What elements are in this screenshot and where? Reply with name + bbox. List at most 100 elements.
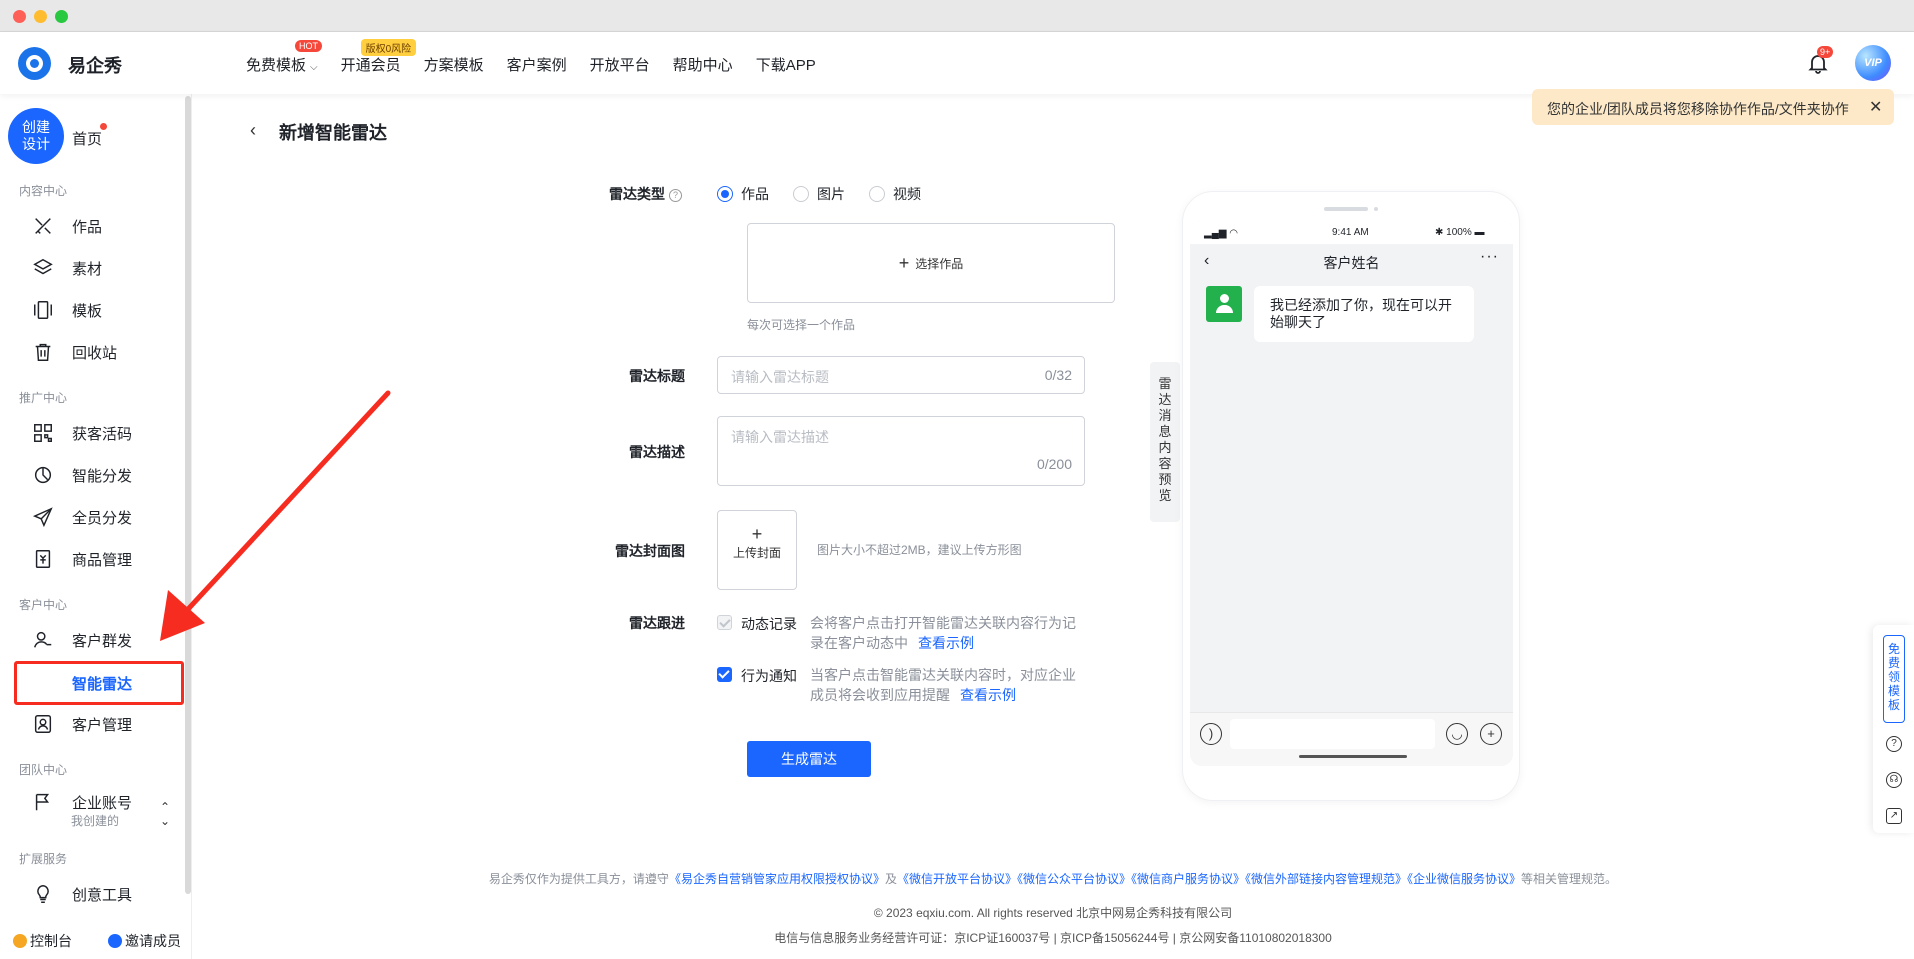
close-icon[interactable]: ✕ [1869, 97, 1882, 117]
radar-title-input[interactable]: 请输入雷达标题 0/32 [717, 356, 1085, 394]
expand-toggle-icon[interactable]: ⌃ ⌄ [160, 800, 170, 828]
agreement-link[interactable]: 《微信开放平台协议》 [897, 872, 1017, 886]
home-indicator [1299, 755, 1407, 758]
agreement-link[interactable]: 《微信外部链接内容管理规范》 [1245, 872, 1407, 886]
behavior-notify-label[interactable]: 行为通知 [741, 666, 797, 686]
section-promotion-center: 推广中心 [19, 391, 68, 405]
console-button[interactable]: 控制台 [13, 931, 72, 951]
activity-record-checkbox [717, 615, 732, 630]
add-icon: + [1480, 723, 1502, 745]
radio-type-video[interactable]: 视频 [869, 184, 921, 204]
sidebar-item-customer-broadcast[interactable]: 客户群发 [32, 627, 132, 653]
nav-help-center[interactable]: 帮助中心 [673, 54, 733, 75]
close-window-button[interactable] [13, 10, 26, 23]
layers-icon [33, 258, 53, 275]
nav-open-platform[interactable]: 开放平台 [590, 54, 650, 75]
signal-icon: ▂▄▆ ◠ [1204, 228, 1238, 239]
help-icon[interactable]: ? [669, 188, 682, 202]
view-example-link[interactable]: 查看示例 [960, 687, 1016, 703]
create-design-button[interactable]: 创建 设计 [8, 108, 64, 164]
notice-text: 您的企业/团队成员将您移除协作作品/文件夹协作 [1547, 101, 1849, 117]
section-team-center: 团队中心 [19, 763, 68, 777]
agreement-link[interactable]: 《易企秀自营销管家应用权限授权协议》 [669, 872, 885, 886]
sidebar-item-smart-distribution[interactable]: 智能分发 [32, 462, 132, 488]
phone-speaker [1324, 207, 1368, 211]
preview-side-tab[interactable]: 雷达消息内容预览 [1150, 362, 1180, 522]
choose-work-button[interactable]: + 选择作品 [747, 223, 1115, 303]
phone-camera [1374, 207, 1378, 211]
sidebar-item-templates[interactable]: 模板 [32, 297, 102, 323]
radio-type-image[interactable]: 图片 [793, 184, 845, 204]
section-content-center: 内容中心 [19, 184, 68, 198]
status-time: 9:41 AM [1332, 227, 1369, 238]
sidebar-scrollbar[interactable] [185, 96, 191, 894]
sidebar-item-creative-tools[interactable]: 创意工具 [32, 881, 132, 907]
maximize-window-button[interactable] [55, 10, 68, 23]
sidebar-bottom-bar: 控制台 邀请成员 [0, 920, 192, 959]
upload-cover-button[interactable]: + 上传封面 [717, 510, 797, 590]
product-icon [35, 550, 51, 568]
radar-cover-label: 雷达封面图 [615, 543, 685, 559]
sidebar-item-recycle-bin[interactable]: 回收站 [32, 339, 117, 365]
account-subtitle: 我创建的 [71, 814, 120, 828]
sidebar-item-works[interactable]: 作品 [32, 213, 102, 239]
sidebar-item-customer-management[interactable]: 客户管理 [32, 711, 132, 737]
view-example-link[interactable]: 查看示例 [918, 635, 974, 651]
plus-icon: + [751, 524, 763, 544]
brand-logo-icon[interactable] [18, 47, 51, 80]
sidebar-item-staff-distribution[interactable]: 全员分发 [32, 504, 132, 530]
nav-free-templates[interactable]: 免费模板 ⌵ HOT [246, 40, 322, 75]
help-icon[interactable]: ? [1886, 736, 1902, 752]
sidebar-item-product-management[interactable]: 商品管理 [32, 546, 132, 572]
notification-count-badge: 9+ [1817, 46, 1834, 58]
chat-user-avatar-icon [1206, 286, 1242, 322]
agreement-link[interactable]: 《企业微信服务协议》 [1407, 872, 1521, 886]
choose-work-hint: 每次可选择一个作品 [747, 318, 856, 332]
chat-title: 客户姓名 [1323, 255, 1380, 271]
copyright-badge: 版权0风险 [360, 39, 417, 56]
battery-icon: ✱ 100% ▬ [1435, 227, 1485, 238]
sidebar-item-lead-qrcode[interactable]: 获客活码 [32, 420, 132, 446]
phone-status-bar: ▂▄▆ ◠ 9:41 AM ✱ 100% ▬ [1190, 220, 1513, 244]
chat-input-bar: ) ◡ + [1190, 712, 1513, 766]
window-titlebar [0, 0, 1914, 32]
agreement-link[interactable]: 《微信商户服务协议》 [1131, 872, 1245, 886]
feedback-icon[interactable]: ↗ [1886, 808, 1902, 824]
trash-icon [35, 343, 51, 361]
sidebar-item-materials[interactable]: 素材 [32, 255, 102, 281]
lightbulb-icon [37, 885, 49, 903]
sidebar-item-home[interactable]: 首页 [72, 128, 102, 149]
nav-download-app[interactable]: 下载APP [756, 54, 816, 75]
emoji-icon: ◡ [1446, 723, 1468, 745]
nav-solution-templates[interactable]: 方案模板 [424, 54, 484, 75]
free-template-button[interactable]: 免费领模板 [1883, 635, 1905, 723]
generate-radar-button[interactable]: 生成雷达 [747, 741, 871, 777]
radar-description-textarea[interactable]: 请输入雷达描述 0/200 [717, 416, 1085, 486]
icp-license-text: 电信与信息服务业务经营许可证：京ICP证160037号 | 京ICP备15056… [774, 931, 1332, 945]
add-user-icon [108, 934, 122, 948]
behavior-notify-checkbox[interactable] [717, 667, 732, 682]
chat-header: ‹ 客户姓名 ··· [1190, 244, 1513, 280]
back-icon[interactable]: ‹ [250, 120, 256, 141]
template-icon [34, 301, 52, 319]
footer-agreements: 易企秀仅作为提供工具方，请遵守《易企秀自营销管家应用权限授权协议》及《微信开放平… [488, 872, 1618, 886]
invite-member-button[interactable]: 邀请成员 [108, 931, 181, 951]
phone-preview: ▂▄▆ ◠ 9:41 AM ✱ 100% ▬ ‹ 客户姓名 ··· 我已经添加了… [1183, 192, 1519, 800]
page-title: 新增智能雷达 [279, 123, 387, 143]
floating-tool-panel: 免费领模板 ? ☊ ↗ [1873, 625, 1914, 833]
radio-type-work[interactable]: 作品 [717, 184, 769, 204]
chat-text-input [1230, 719, 1435, 749]
agreement-link[interactable]: 《微信公众平台协议》 [1017, 872, 1131, 886]
minimize-window-button[interactable] [34, 10, 47, 23]
chevron-down-icon: ⌵ [310, 62, 318, 73]
chat-message-bubble: 我已经添加了你，现在可以开始聊天了 [1254, 286, 1474, 342]
radio-selected-icon [717, 186, 733, 202]
hot-badge: HOT [295, 40, 322, 52]
nav-customer-cases[interactable]: 客户案例 [507, 54, 567, 75]
nav-membership[interactable]: 开通会员 版权0风险 [341, 39, 417, 75]
title-char-count: 0/32 [1044, 367, 1072, 383]
customer-service-icon[interactable]: ☊ [1886, 772, 1902, 788]
notice-banner: 您的企业/团队成员将您移除协作作品/文件夹协作 ✕ [1532, 89, 1894, 125]
user-avatar[interactable]: VIP [1855, 45, 1891, 81]
brand-name[interactable]: 易企秀 [68, 52, 122, 78]
